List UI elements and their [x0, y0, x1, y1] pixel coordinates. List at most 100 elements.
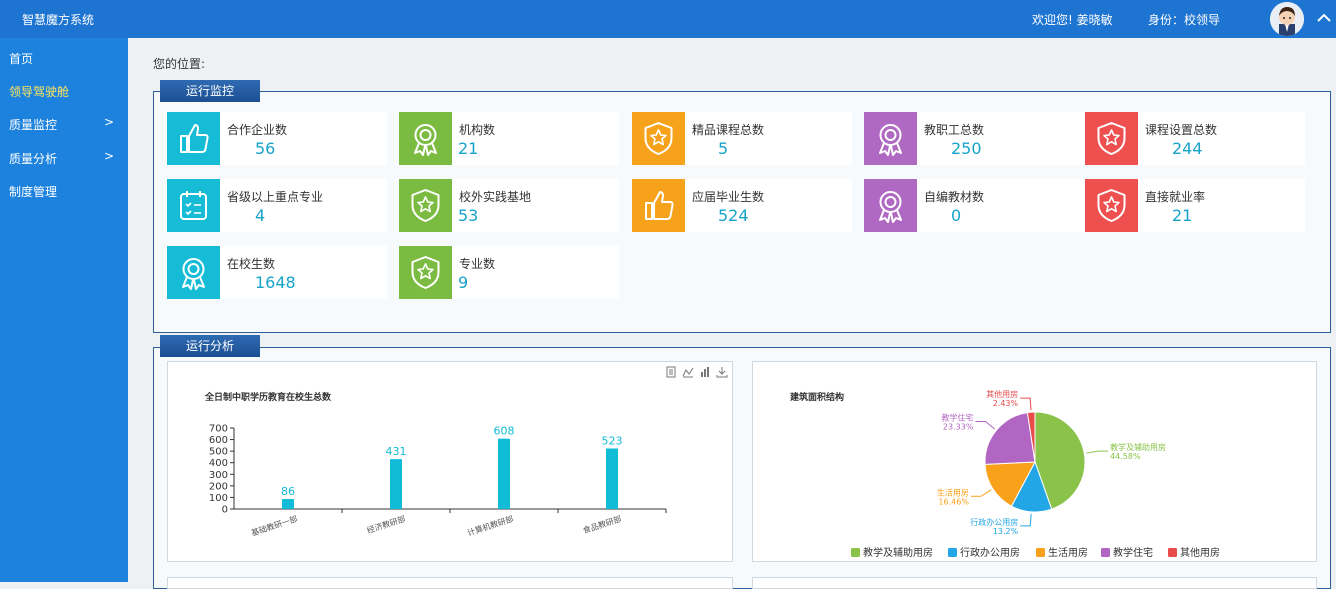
award-medal-icon	[864, 179, 917, 232]
x-category-label: 计算机教研部	[466, 513, 515, 537]
pie-slice-percent: 13.2%	[993, 527, 1019, 536]
monitor-card-value: 21	[1172, 206, 1193, 225]
expand-arrow-icon: >	[104, 149, 115, 163]
monitor-card-label: 直接就业率	[1145, 190, 1206, 204]
monitor-card-value: 250	[951, 139, 982, 158]
legend-swatch	[1168, 548, 1177, 557]
shield-star-icon	[1085, 179, 1138, 232]
monitor-card-label: 自编教材数	[924, 190, 985, 204]
sidebar-item-label: 质量监控	[9, 118, 58, 132]
monitor-card-value: 53	[458, 206, 479, 225]
sidebar-item-label: 首页	[9, 52, 34, 66]
pie-slice-percent: 44.58%	[1110, 452, 1141, 461]
legend-item[interactable]: 生活用房	[1036, 546, 1088, 559]
legend-swatch	[851, 548, 860, 557]
identity-text: 身份：校领导	[1148, 13, 1221, 27]
bar-chart: 全日制中职学历教育在校生总数 0100200300400500600700 86 基…	[204, 391, 667, 538]
monitor-card-label: 课程设置总数	[1145, 123, 1218, 137]
bar	[390, 459, 402, 509]
shield-star-icon	[399, 179, 452, 232]
legend-item[interactable]: 教学住宅	[1101, 546, 1153, 559]
y-tick-label: 200	[209, 481, 228, 492]
welcome-text: 欢迎您! 姜晓敏	[1032, 13, 1113, 27]
bar-value-label: 523	[602, 434, 623, 447]
monitor-card[interactable]: 教职工总数 250	[864, 112, 1084, 165]
bar-value-label: 608	[494, 425, 515, 438]
pie-slice-name: 生活用房	[937, 487, 969, 497]
x-category-label: 经济教研部	[365, 513, 406, 535]
app-title: 智慧魔方系统	[22, 13, 95, 27]
legend-item[interactable]: 行政办公用房	[948, 546, 1020, 559]
monitor-card-value: 1648	[255, 273, 296, 292]
sidebar: 首页 领导驾驶舱 质量监控 > 质量分析 > 制度管理	[0, 38, 128, 582]
pie-slice	[984, 412, 1036, 465]
pie-slice-name: 教学及辅助用房	[1110, 442, 1166, 452]
pie-slice-percent: 23.33%	[943, 422, 974, 431]
monitor-panel-title: 运行监控	[160, 80, 260, 102]
pie-chart-panel: 建筑面积结构 教学及辅助用房 44.58% 行政办公用房 13.2% 生活用房 16.46…	[752, 361, 1317, 562]
monitor-card[interactable]: 在校生数 1648	[167, 246, 387, 299]
pie-slice-percent: 2.43%	[993, 399, 1019, 408]
monitor-card[interactable]: 精品课程总数 5	[632, 112, 852, 165]
sidebar-item-label: 质量分析	[9, 152, 58, 166]
award-medal-icon	[864, 112, 917, 165]
monitor-card-label: 机构数	[459, 123, 496, 137]
monitor-card-value: 56	[255, 139, 276, 158]
expand-arrow-icon: >	[104, 115, 115, 129]
analysis-panel-title: 运行分析	[160, 335, 260, 357]
pie-slice-name: 其他用房	[986, 389, 1018, 399]
award-medal-icon	[167, 246, 220, 299]
pie-slice-percent: 16.46%	[938, 497, 969, 506]
shield-star-icon	[1085, 112, 1138, 165]
monitor-card-label: 精品课程总数	[692, 123, 765, 137]
monitor-card-value: 244	[1172, 139, 1203, 158]
monitor-card[interactable]: 自编教材数 0	[864, 179, 1084, 232]
legend-item[interactable]: 其他用房	[1168, 546, 1220, 559]
collapse-chevron-up-icon[interactable]	[1316, 10, 1332, 26]
bar-value-label: 86	[281, 485, 295, 498]
bar	[498, 438, 510, 509]
y-tick-label: 600	[209, 435, 228, 446]
sidebar-item-quality-monitoring[interactable]: 质量监控 >	[0, 109, 128, 139]
calendar-icon	[167, 179, 220, 232]
x-category-label: 食品教研部	[581, 513, 622, 535]
pie-chart-title: 建筑面积结构	[790, 391, 844, 403]
sidebar-item-label: 领导驾驶舱	[9, 85, 70, 99]
sidebar-item-home[interactable]: 首页	[0, 43, 128, 73]
sidebar-item-leader-cockpit[interactable]: 领导驾驶舱	[0, 76, 128, 106]
legend-item[interactable]: 教学及辅助用房	[851, 546, 933, 559]
avatar[interactable]	[1270, 2, 1304, 36]
y-tick-label: 0	[222, 505, 228, 516]
monitor-card[interactable]: 应届毕业生数 524	[632, 179, 852, 232]
monitor-card-value: 9	[458, 273, 469, 292]
y-tick-label: 300	[209, 470, 228, 481]
shield-star-icon	[632, 112, 685, 165]
legend-swatch	[1036, 548, 1045, 557]
pie-chart: 建筑面积结构 教学及辅助用房44.58%行政办公用房13.2%生活用房16.46…	[790, 389, 1220, 559]
breadcrumb: 您的位置:	[153, 57, 206, 71]
legend-label: 其他用房	[1180, 546, 1220, 559]
monitor-card[interactable]: 课程设置总数 244	[1085, 112, 1305, 165]
legend-swatch	[1101, 548, 1110, 557]
legend-label: 生活用房	[1048, 546, 1088, 559]
sidebar-item-policy-management[interactable]: 制度管理	[0, 176, 128, 206]
monitor-card-value: 4	[255, 206, 266, 225]
monitor-card[interactable]: 专业数 9	[399, 246, 619, 299]
y-tick-label: 700	[209, 424, 228, 435]
monitor-card[interactable]: 直接就业率 21	[1085, 179, 1305, 232]
top-bar: 智慧魔方系统 欢迎您! 姜晓敏 身份：校领导	[0, 0, 1336, 38]
y-tick-label: 500	[209, 447, 228, 458]
monitor-card[interactable]: 机构数 21	[399, 112, 619, 165]
award-medal-icon	[399, 112, 452, 165]
monitor-card-value: 0	[951, 206, 962, 225]
monitor-card[interactable]: 合作企业数 56	[167, 112, 387, 165]
monitor-card[interactable]: 校外实践基地 53	[399, 179, 619, 232]
monitor-card[interactable]: 省级以上重点专业 4	[167, 179, 387, 232]
monitor-card-label: 应届毕业生数	[692, 190, 765, 204]
pie-leader-line	[970, 489, 992, 497]
bar-value-label: 431	[386, 445, 407, 458]
chart-panel-3	[167, 577, 733, 589]
pie-slice-name: 教学住宅	[941, 412, 973, 422]
sidebar-item-quality-analysis[interactable]: 质量分析 >	[0, 143, 128, 173]
monitor-card-value: 524	[718, 206, 749, 225]
